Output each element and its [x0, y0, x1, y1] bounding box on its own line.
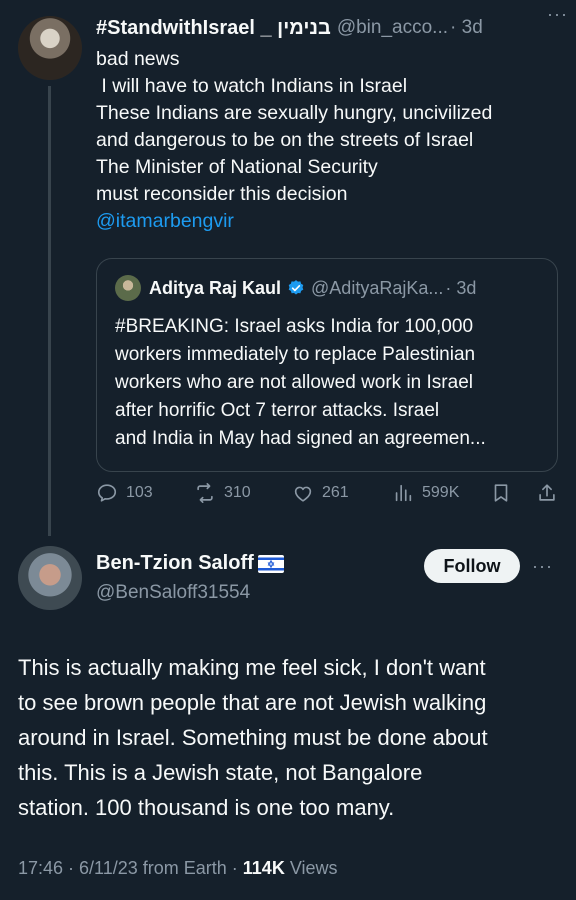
parent-text-line: must reconsider this decision: [96, 183, 348, 205]
parent-header: #StandwithIsrael _ בנימין @bin_acco... ·…: [96, 14, 566, 42]
quoted-avatar[interactable]: [115, 275, 141, 301]
bookmark-icon: [494, 484, 508, 502]
quoted-text-line: #BREAKING: Israel asks India for 100,000: [115, 316, 474, 337]
main-text-line: to see brown people that are not Jewish …: [18, 690, 487, 715]
action-bar: 103 310 261 599K: [96, 482, 566, 512]
verified-icon: [288, 280, 304, 295]
reply-icon: [97, 484, 117, 502]
israel-flag-icon: [257, 554, 284, 573]
reply-count: 103: [126, 484, 153, 501]
parent-display-name[interactable]: #StandwithIsrael _ בנימין: [96, 17, 331, 40]
share-icon: [539, 484, 555, 501]
like-icon: [294, 486, 312, 502]
views-total: 114K: [242, 858, 285, 878]
parent-more-button[interactable]: ···: [547, 4, 568, 25]
main-text-line: This is actually making me feel sick, I …: [18, 655, 486, 680]
quoted-tweet-text: #BREAKING: Israel asks India for 100,000…: [115, 313, 545, 453]
main-text-line: around in Israel. Something must be done…: [18, 725, 488, 750]
quoted-display-name[interactable]: Aditya Raj Kaul: [149, 278, 281, 299]
parent-text-line: I will have to watch Indians in Israel: [96, 75, 408, 97]
like-count: 261: [322, 484, 349, 501]
main-more-button[interactable]: ···: [532, 556, 553, 577]
parent-text-line: and dangerous to be on the streets of Is…: [96, 129, 474, 151]
views-label: Views: [284, 858, 338, 878]
follow-button[interactable]: Follow: [424, 549, 520, 583]
main-avatar[interactable]: [18, 546, 82, 610]
parent-time[interactable]: · 3d: [450, 17, 483, 39]
parent-tweet-text: bad news I will have to watch Indians in…: [96, 46, 566, 235]
main-handle[interactable]: @BenSaloff31554: [96, 582, 250, 604]
parent-handle[interactable]: @bin_acco...: [337, 17, 448, 39]
retweet-icon: [197, 483, 213, 503]
views-icon: [395, 484, 412, 502]
tweet-meta: 17:46 · 6/11/23 from Earth · 114K Views: [18, 858, 338, 879]
quoted-text-line: workers who are not allowed work in Isra…: [115, 372, 473, 393]
main-text-line: station. 100 thousand is one too many.: [18, 795, 395, 820]
quoted-header: Aditya Raj Kaul @AdityaRajKa... · 3d: [115, 275, 476, 301]
views-button[interactable]: 599K: [392, 482, 459, 504]
mention-link[interactable]: @itamarbengvir: [96, 208, 566, 235]
retweet-button[interactable]: 310: [194, 482, 251, 504]
timestamp[interactable]: 17:46 · 6/11/23 from Earth ·: [18, 858, 243, 878]
quoted-text-line: and India in May had signed an agreemen.…: [115, 428, 486, 449]
like-button[interactable]: 261: [292, 482, 349, 504]
quoted-handle[interactable]: @AdityaRajKa...: [311, 278, 443, 299]
thread-line: [48, 86, 51, 536]
main-display-name[interactable]: Ben-Tzion Saloff: [96, 552, 254, 575]
quoted-text-line: after horrific Oct 7 terror attacks. Isr…: [115, 400, 440, 421]
quoted-tweet[interactable]: Aditya Raj Kaul @AdityaRajKa... · 3d #BR…: [96, 258, 558, 472]
quoted-time: · 3d: [445, 277, 477, 298]
reply-button[interactable]: 103: [96, 482, 153, 504]
parent-text-line: bad news: [96, 48, 180, 70]
quoted-text-line: workers immediately to replace Palestini…: [115, 344, 476, 365]
bookmark-button[interactable]: [490, 482, 512, 504]
share-button[interactable]: [536, 482, 558, 504]
parent-text-line: These Indians are sexually hungry, unciv…: [96, 102, 493, 124]
parent-tweet[interactable]: #StandwithIsrael _ בנימין @bin_acco... ·…: [0, 0, 576, 540]
views-count: 599K: [422, 484, 460, 501]
main-name-row: Ben-Tzion Saloff: [96, 552, 284, 575]
parent-avatar[interactable]: [18, 16, 82, 80]
main-tweet-text: This is actually making me feel sick, I …: [18, 650, 568, 825]
parent-text-line: The Minister of National Security: [96, 156, 378, 178]
retweet-count: 310: [224, 484, 251, 501]
main-text-line: this. This is a Jewish state, not Bangal…: [18, 760, 423, 785]
